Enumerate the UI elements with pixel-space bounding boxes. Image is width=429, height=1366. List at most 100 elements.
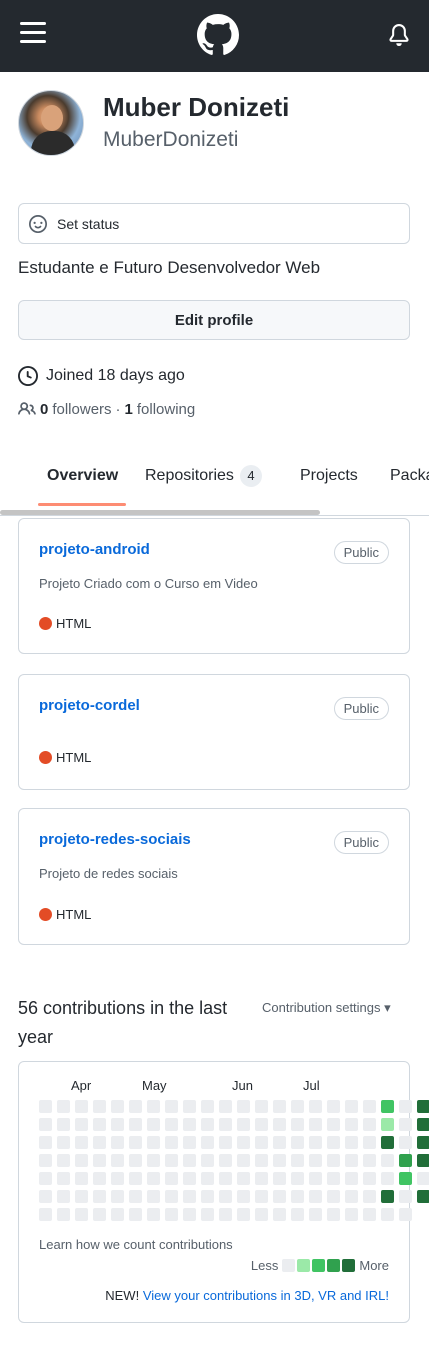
contribution-day-cell[interactable] [111,1172,124,1185]
contribution-day-cell[interactable] [75,1172,88,1185]
contribution-day-cell[interactable] [129,1190,142,1203]
contribution-day-cell[interactable] [417,1100,429,1113]
contribution-day-cell[interactable] [327,1154,340,1167]
contribution-day-cell[interactable] [291,1190,304,1203]
contribution-day-cell[interactable] [57,1154,70,1167]
contribution-day-cell[interactable] [309,1100,322,1113]
contribution-day-cell[interactable] [381,1172,394,1185]
contribution-day-cell[interactable] [165,1100,178,1113]
contribution-day-cell[interactable] [39,1100,52,1113]
contribution-day-cell[interactable] [219,1154,232,1167]
contribution-day-cell[interactable] [327,1118,340,1131]
contribution-day-cell[interactable] [219,1190,232,1203]
contribution-day-cell[interactable] [129,1136,142,1149]
contribution-day-cell[interactable] [345,1190,358,1203]
contribution-day-cell[interactable] [255,1208,268,1221]
contribution-day-cell[interactable] [237,1118,250,1131]
contribution-day-cell[interactable] [345,1172,358,1185]
contribution-day-cell[interactable] [147,1118,160,1131]
contribution-day-cell[interactable] [345,1154,358,1167]
contribution-day-cell[interactable] [255,1172,268,1185]
contribution-day-cell[interactable] [93,1118,106,1131]
contribution-day-cell[interactable] [147,1154,160,1167]
contribution-day-cell[interactable] [363,1172,376,1185]
contribution-day-cell[interactable] [57,1172,70,1185]
contribution-day-cell[interactable] [255,1100,268,1113]
contribution-day-cell[interactable] [381,1154,394,1167]
contribution-day-cell[interactable] [219,1136,232,1149]
contribution-day-cell[interactable] [165,1172,178,1185]
contribution-day-cell[interactable] [417,1118,429,1131]
contribution-day-cell[interactable] [183,1136,196,1149]
contribution-day-cell[interactable] [39,1136,52,1149]
contribution-day-cell[interactable] [93,1136,106,1149]
contribution-day-cell[interactable] [327,1208,340,1221]
contribution-day-cell[interactable] [219,1208,232,1221]
contribution-day-cell[interactable] [129,1208,142,1221]
contribution-day-cell[interactable] [291,1172,304,1185]
contribution-day-cell[interactable] [219,1172,232,1185]
contribution-day-cell[interactable] [237,1208,250,1221]
contribution-day-cell[interactable] [75,1118,88,1131]
followers-link[interactable]: 0 followers [40,401,112,418]
contribution-day-cell[interactable] [399,1172,412,1185]
tabs-scrollbar[interactable] [0,510,320,515]
contribution-day-cell[interactable] [147,1100,160,1113]
contribution-day-cell[interactable] [291,1118,304,1131]
contribution-day-cell[interactable] [57,1190,70,1203]
contribution-day-cell[interactable] [327,1190,340,1203]
contribution-day-cell[interactable] [93,1208,106,1221]
contribution-day-cell[interactable] [183,1118,196,1131]
contribution-day-cell[interactable] [273,1172,286,1185]
contribution-day-cell[interactable] [183,1190,196,1203]
contribution-day-cell[interactable] [93,1154,106,1167]
contribution-day-cell[interactable] [237,1172,250,1185]
contribution-day-cell[interactable] [111,1118,124,1131]
contribution-day-cell[interactable] [183,1172,196,1185]
contribution-day-cell[interactable] [399,1208,412,1221]
repo-name-link[interactable]: projeto-cordel [39,697,140,714]
contribution-day-cell[interactable] [129,1118,142,1131]
learn-contributions-link[interactable]: Learn how we count contributions [39,1237,233,1252]
contribution-day-cell[interactable] [183,1154,196,1167]
contribution-day-cell[interactable] [363,1154,376,1167]
contribution-day-cell[interactable] [309,1208,322,1221]
contribution-day-cell[interactable] [237,1190,250,1203]
contribution-day-cell[interactable] [237,1100,250,1113]
following-link[interactable]: 1 following [125,401,196,418]
contribution-day-cell[interactable] [381,1118,394,1131]
contribution-day-cell[interactable] [381,1100,394,1113]
contribution-day-cell[interactable] [399,1154,412,1167]
contribution-day-cell[interactable] [399,1100,412,1113]
repo-name-link[interactable]: projeto-android [39,541,150,558]
contribution-day-cell[interactable] [165,1154,178,1167]
contribution-day-cell[interactable] [237,1154,250,1167]
contribution-day-cell[interactable] [75,1100,88,1113]
contribution-day-cell[interactable] [57,1136,70,1149]
contribution-settings-dropdown[interactable]: Contribution settings ▾ [262,1000,391,1016]
contribution-day-cell[interactable] [165,1208,178,1221]
contribution-day-cell[interactable] [273,1208,286,1221]
contribution-day-cell[interactable] [363,1190,376,1203]
contribution-day-cell[interactable] [363,1100,376,1113]
github-logo-icon[interactable] [197,14,239,56]
contribution-day-cell[interactable] [273,1100,286,1113]
contribution-day-cell[interactable] [201,1190,214,1203]
tab-projects[interactable]: Projects [300,466,358,506]
contribution-day-cell[interactable] [201,1208,214,1221]
contribution-day-cell[interactable] [165,1118,178,1131]
contribution-day-cell[interactable] [201,1136,214,1149]
contribution-day-cell[interactable] [273,1190,286,1203]
contribution-day-cell[interactable] [183,1208,196,1221]
contribution-day-cell[interactable] [57,1100,70,1113]
contribution-day-cell[interactable] [417,1190,429,1203]
contribution-day-cell[interactable] [363,1136,376,1149]
contribution-day-cell[interactable] [291,1154,304,1167]
contribution-day-cell[interactable] [93,1100,106,1113]
contribution-day-cell[interactable] [147,1190,160,1203]
contribution-day-cell[interactable] [39,1190,52,1203]
contribution-day-cell[interactable] [183,1100,196,1113]
contribution-day-cell[interactable] [39,1208,52,1221]
contribution-day-cell[interactable] [111,1136,124,1149]
contribution-day-cell[interactable] [237,1136,250,1149]
